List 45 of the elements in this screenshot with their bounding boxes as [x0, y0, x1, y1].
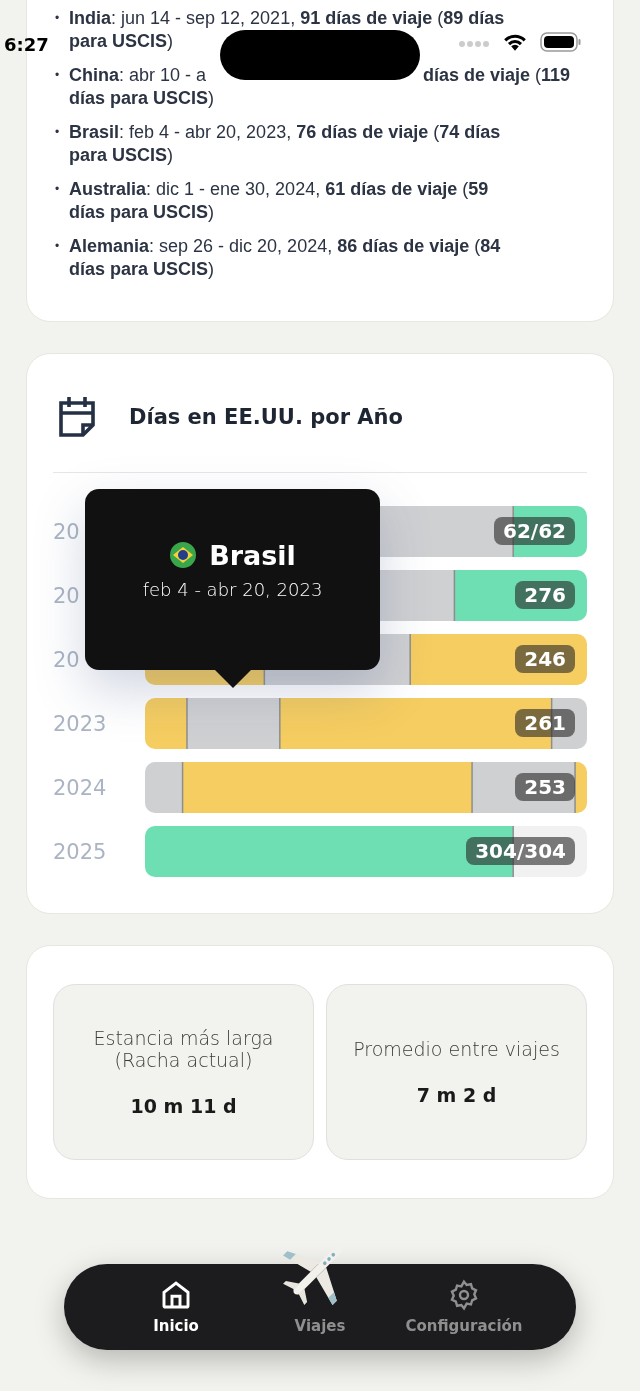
- battery-icon: [540, 32, 582, 52]
- year-label: 2024: [53, 775, 108, 800]
- year-label: 20: [53, 647, 81, 672]
- card-title: Días en EE.UU. por Año: [129, 405, 403, 429]
- days-count: 246: [515, 645, 575, 673]
- status-time: 6:27: [4, 34, 49, 55]
- bullet: •: [55, 238, 61, 255]
- days-count: 62/62: [494, 517, 575, 545]
- trip-text: días para USCIS): [69, 201, 215, 224]
- trip-text: días para USCIS): [69, 258, 215, 281]
- home-icon: [160, 1279, 192, 1311]
- trip-text: India: jun 14 - sep 12, 2021, 91 días de viaje (89 días: [69, 7, 505, 30]
- wifi-icon: [502, 32, 528, 52]
- days-count: 276: [515, 581, 575, 609]
- trip-text: días de viaje (119: [423, 64, 571, 87]
- days-count: 253: [515, 773, 575, 801]
- trip-text: China: abr 10 - a: [69, 64, 208, 87]
- settings-icon: [448, 1279, 480, 1311]
- bullet: •: [55, 181, 61, 198]
- year-label: 2025: [53, 839, 108, 864]
- days-count: 304/304: [466, 837, 575, 865]
- bullet: •: [55, 67, 61, 84]
- stat-value: 10 m 11 d: [130, 1095, 237, 1117]
- trip-text: para USCIS): [69, 30, 174, 53]
- stat-value: 7 m 2 d: [416, 1084, 497, 1106]
- year-label: 20: [53, 519, 81, 544]
- stat-label: Estancia más larga (Racha actual): [92, 1027, 275, 1071]
- tab-item[interactable]: Configuración: [399, 1278, 529, 1336]
- signal-icon: [458, 40, 490, 48]
- days-count: 261: [515, 709, 575, 737]
- trip-text: Alemania: sep 26 - dic 20, 2024, 86 días de viaje (84: [69, 235, 501, 258]
- tab-item[interactable]: Inicio: [111, 1278, 241, 1336]
- tab-item[interactable]: Viajes: [255, 1278, 385, 1336]
- year-label: 20: [53, 583, 81, 608]
- year-label: 2023: [53, 711, 108, 736]
- tooltip-title: Brasil: [209, 539, 296, 571]
- trip-text: días para USCIS): [69, 87, 215, 110]
- trip-text: para USCIS): [69, 144, 174, 167]
- trip-text: Australia: dic 1 - ene 30, 2024, 61 días de viaje (59: [69, 178, 489, 201]
- stat-label: Promedio entre viajes: [353, 1038, 560, 1060]
- flag-icon: [169, 541, 198, 569]
- bullet: •: [55, 10, 61, 27]
- tooltip-dates: feb 4 - abr 20, 2023: [142, 578, 323, 600]
- trip-text: Brasil: feb 4 - abr 20, 2023, 76 días de viaje (74 días: [69, 121, 501, 144]
- bullet: •: [55, 124, 61, 141]
